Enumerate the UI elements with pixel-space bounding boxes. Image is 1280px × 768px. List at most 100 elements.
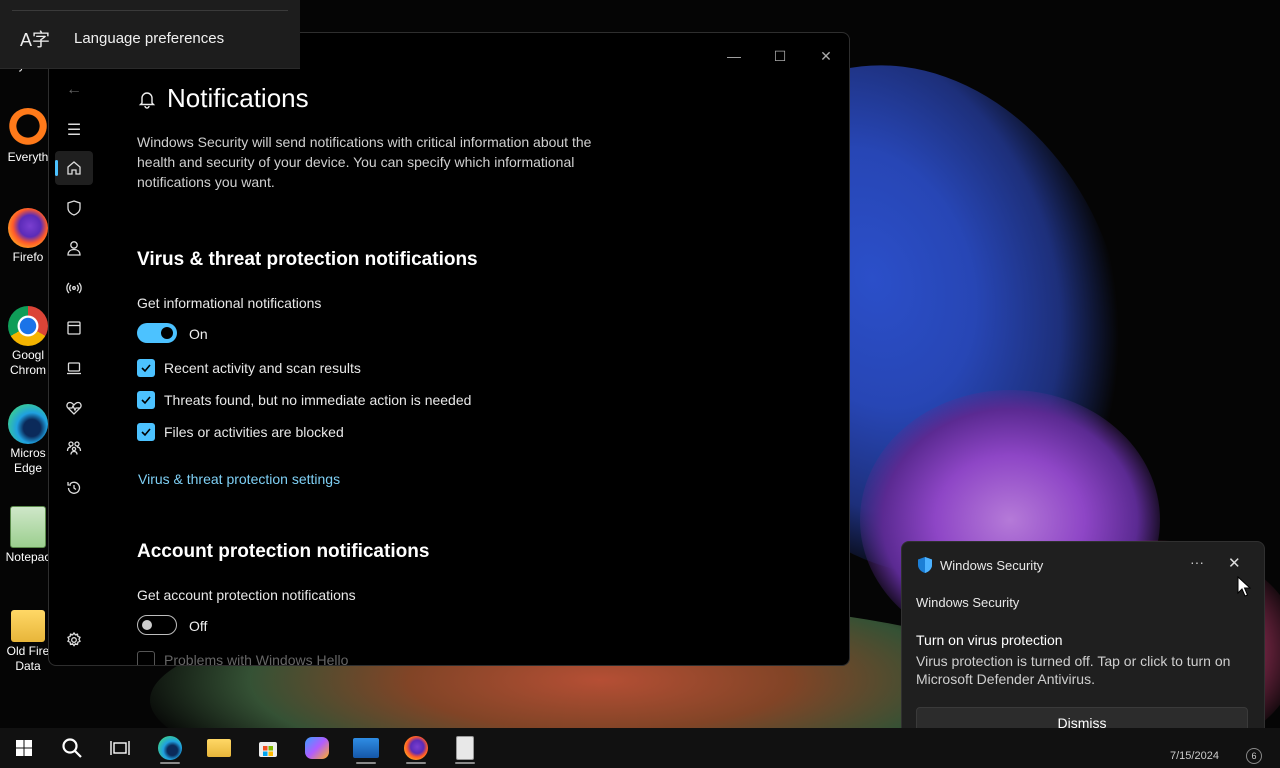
firefox-icon [404,736,428,760]
checkbox-label: Problems with Windows Hello [164,652,349,666]
gear-icon [67,631,81,647]
language-icon: A字 [20,30,51,50]
bell-icon [138,91,156,109]
nav-account-protection[interactable] [55,231,93,265]
desktop-icon-notepad[interactable]: Notepac [4,506,52,565]
virus-protection-settings-link[interactable]: Virus & threat protection settings [138,471,340,487]
navigation-rail: ← ☰ [49,73,97,665]
home-icon [67,161,81,175]
nav-settings[interactable] [55,623,93,657]
taskbar-windows-security[interactable] [348,732,384,764]
task-view-button[interactable] [102,732,138,764]
divider [12,10,288,11]
toggle-state-off: Off [189,618,208,634]
nav-home[interactable] [55,151,93,185]
desktop-icon-edge[interactable]: Micros Edge [4,404,52,476]
folder-icon [11,610,45,642]
page-description: Windows Security will send notifications… [137,134,592,190]
taskbar-file-explorer[interactable] [201,732,237,764]
informational-notifications-toggle[interactable] [137,323,177,343]
search-button[interactable] [54,732,90,764]
family-icon [66,441,82,455]
close-window-button[interactable]: ✕ [803,41,849,71]
nav-virus-protection[interactable] [55,191,93,225]
notepad-icon [456,736,474,760]
desktop-icon-label: Googl [11,348,45,362]
person-icon [67,241,81,256]
account-notifications-toggle[interactable] [137,615,177,635]
toggle-state-on: On [189,326,208,342]
desktop-icon-label-line2: Chrom [9,363,46,377]
toggle-knob [161,327,173,339]
firefox-icon [8,208,48,248]
checkbox-checked-icon [137,423,155,441]
maximize-button[interactable]: ☐ [757,41,803,71]
notification-count-badge[interactable]: 6 [1246,748,1262,764]
nav-protection-history[interactable] [55,471,93,505]
nav-device-security[interactable] [55,351,93,385]
desktop-icon-firefox[interactable]: Firefo [4,208,52,265]
windows-security-shield-icon [918,557,932,573]
network-icon [66,282,82,294]
page-title-text: Notifications [167,83,309,113]
checkbox-unchecked-icon [137,651,155,665]
account-notifications-label: Get account protection notifications [137,587,356,603]
checkbox-checked-icon [137,391,155,409]
task-view-icon [110,741,130,755]
start-button[interactable] [6,732,42,764]
taskbar-microsoft-store[interactable] [250,732,286,764]
taskbar-firefox[interactable] [398,732,434,764]
taskbar: 7/15/2024 6 [0,728,1280,768]
windows-logo-icon [16,740,32,756]
language-preferences-label: Language preferences [74,30,225,47]
checkbox-threats-found[interactable]: Threats found, but no immediate action i… [137,391,471,409]
edge-icon [158,736,182,760]
desktop-icon-label: Micros [10,446,46,460]
toast-body: Virus protection is turned off. Tap or c… [916,653,1231,687]
mouse-pointer-icon [1237,576,1251,597]
taskbar-notepad[interactable] [447,732,483,764]
taskbar-date[interactable]: 7/15/2024 [1170,750,1219,762]
desktop-icon-label-line2: Data [15,659,41,673]
nav-family-options[interactable] [55,431,93,465]
everything-search-icon [8,108,48,148]
nav-app-browser-control[interactable] [55,311,93,345]
desktop-icon-label: Old Fire [6,644,50,658]
toast-source: Windows Security [916,595,1020,610]
desktop-icon-everything[interactable]: Everyth [4,108,52,165]
toast-app-name: Windows Security [940,558,1044,573]
desktop-icon-label: Notepac [5,550,51,564]
checkbox-windows-hello[interactable]: Problems with Windows Hello [137,651,349,666]
copilot-icon [305,737,329,759]
nav-device-health[interactable] [55,391,93,425]
folder-icon [207,739,231,757]
desktop-icon-chrome[interactable]: Googl Chrom [4,306,52,378]
minimize-button[interactable]: — [711,41,757,71]
notepad-icon [10,506,46,548]
checkbox-checked-icon [137,359,155,377]
toast-close-button[interactable]: ✕ [1228,554,1241,572]
shield-icon [67,200,81,216]
history-icon [67,481,81,494]
toast-notification[interactable]: Windows Security ··· ✕ Windows Security … [901,541,1265,757]
informational-notifications-label: Get informational notifications [137,295,322,311]
back-button[interactable]: ← [55,73,93,107]
checkbox-label: Threats found, but no immediate action i… [164,392,472,408]
laptop-icon [67,362,81,375]
checkbox-files-blocked[interactable]: Files or activities are blocked [137,423,344,441]
language-preferences-flyout[interactable]: A字 Language preferences [0,0,300,69]
store-icon [259,742,277,757]
heart-pulse-icon [66,401,82,415]
menu-button[interactable]: ☰ [55,113,93,147]
search-icon [62,738,82,758]
nav-firewall[interactable] [55,271,93,305]
checkbox-recent-activity[interactable]: Recent activity and scan results [137,359,361,377]
taskbar-edge[interactable] [152,732,188,764]
notifications-settings-content: Notifications Windows Security will send… [137,83,827,665]
taskbar-copilot[interactable] [299,732,335,764]
desktop-icon-old-firefox-data[interactable]: Old Fire Data [4,606,52,674]
toggle-knob [142,620,152,630]
desktop-icon-label: Everyth [7,150,49,164]
toast-more-options-button[interactable]: ··· [1190,554,1204,570]
chrome-icon [8,306,48,346]
